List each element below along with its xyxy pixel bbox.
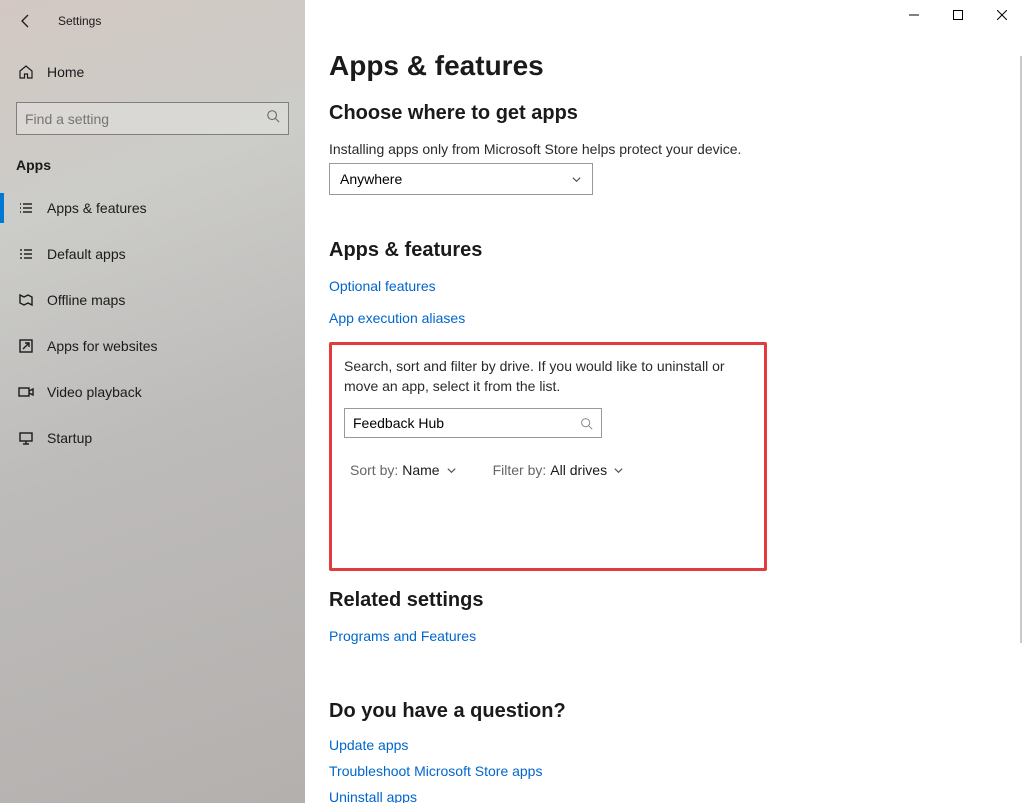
choose-dropdown[interactable]: Anywhere xyxy=(329,163,593,195)
close-button[interactable] xyxy=(980,0,1024,30)
video-icon xyxy=(17,384,35,400)
filter-by-dropdown[interactable]: Filter by: All drives xyxy=(493,462,624,478)
sidebar-header: Settings xyxy=(0,0,305,42)
defaults-icon xyxy=(17,246,35,262)
link-app-aliases[interactable]: App execution aliases xyxy=(329,310,1004,326)
chevron-down-icon xyxy=(613,465,624,476)
list-icon xyxy=(17,200,35,216)
sidebar-home[interactable]: Home xyxy=(0,52,305,92)
open-icon xyxy=(17,338,35,354)
link-troubleshoot-store[interactable]: Troubleshoot Microsoft Store apps xyxy=(329,763,1004,779)
map-icon xyxy=(17,292,35,308)
sidebar-search[interactable] xyxy=(16,102,289,135)
highlight-box: Search, sort and filter by drive. If you… xyxy=(329,342,767,571)
related-heading: Related settings xyxy=(329,589,1004,612)
apps-search[interactable] xyxy=(344,408,602,438)
sort-value: Name xyxy=(402,462,439,478)
sidebar-search-input[interactable] xyxy=(25,111,266,127)
sidebar-item-label: Apps for websites xyxy=(47,338,158,354)
appsfeat-heading: Apps & features xyxy=(329,239,1004,262)
choose-heading: Choose where to get apps xyxy=(329,102,1004,125)
chevron-down-icon xyxy=(446,465,457,476)
search-icon xyxy=(580,417,593,430)
home-icon xyxy=(17,64,35,80)
link-update-apps[interactable]: Update apps xyxy=(329,737,1004,753)
sidebar-item-offline-maps[interactable]: Offline maps xyxy=(0,277,305,323)
arrow-left-icon xyxy=(18,13,34,29)
sidebar-item-apps-websites[interactable]: Apps for websites xyxy=(0,323,305,369)
sidebar-item-label: Video playback xyxy=(47,384,142,400)
choose-dropdown-value: Anywhere xyxy=(340,171,402,187)
sort-filter-row: Sort by: Name Filter by: All drives xyxy=(344,462,752,478)
question-links: Update apps Troubleshoot Microsoft Store… xyxy=(329,737,1004,803)
link-programs-features[interactable]: Programs and Features xyxy=(329,628,476,644)
page-title: Apps & features xyxy=(329,50,1004,82)
sidebar-nav: Apps & features Default apps Offline map… xyxy=(0,185,305,461)
minimize-button[interactable] xyxy=(892,0,936,30)
search-icon xyxy=(266,109,280,128)
link-uninstall-apps[interactable]: Uninstall apps xyxy=(329,789,1004,803)
sidebar: Settings Home Apps Apps & features Defau… xyxy=(0,0,305,803)
sort-label: Sort by: xyxy=(350,462,398,478)
question-heading: Do you have a question? xyxy=(329,700,1004,723)
sidebar-search-wrap xyxy=(0,92,305,143)
sidebar-item-default-apps[interactable]: Default apps xyxy=(0,231,305,277)
filter-value: All drives xyxy=(550,462,607,478)
sidebar-item-video-playback[interactable]: Video playback xyxy=(0,369,305,415)
sidebar-item-label: Offline maps xyxy=(47,292,125,308)
link-optional-features[interactable]: Optional features xyxy=(329,278,436,294)
sidebar-section-label: Apps xyxy=(0,143,305,181)
window-controls xyxy=(892,0,1024,30)
sidebar-item-label: Apps & features xyxy=(47,200,147,216)
sidebar-item-startup[interactable]: Startup xyxy=(0,415,305,461)
maximize-button[interactable] xyxy=(936,0,980,30)
sidebar-item-label: Startup xyxy=(47,430,92,446)
main-content: Apps & features Choose where to get apps… xyxy=(305,0,1024,803)
sidebar-item-apps-features[interactable]: Apps & features xyxy=(0,185,305,231)
choose-desc: Installing apps only from Microsoft Stor… xyxy=(329,141,1004,157)
window-title: Settings xyxy=(58,14,101,28)
chevron-down-icon xyxy=(571,174,582,185)
apps-search-input[interactable] xyxy=(353,415,580,431)
sort-by-dropdown[interactable]: Sort by: Name xyxy=(350,462,457,478)
minimize-icon xyxy=(909,10,919,20)
filterbox-desc: Search, sort and filter by drive. If you… xyxy=(344,357,752,396)
maximize-icon xyxy=(953,10,963,20)
sidebar-home-label: Home xyxy=(47,64,84,80)
scrollbar[interactable] xyxy=(1020,56,1022,643)
close-icon xyxy=(997,10,1007,20)
filter-label: Filter by: xyxy=(493,462,547,478)
back-button[interactable] xyxy=(10,5,42,37)
sidebar-item-label: Default apps xyxy=(47,246,126,262)
startup-icon xyxy=(17,430,35,446)
